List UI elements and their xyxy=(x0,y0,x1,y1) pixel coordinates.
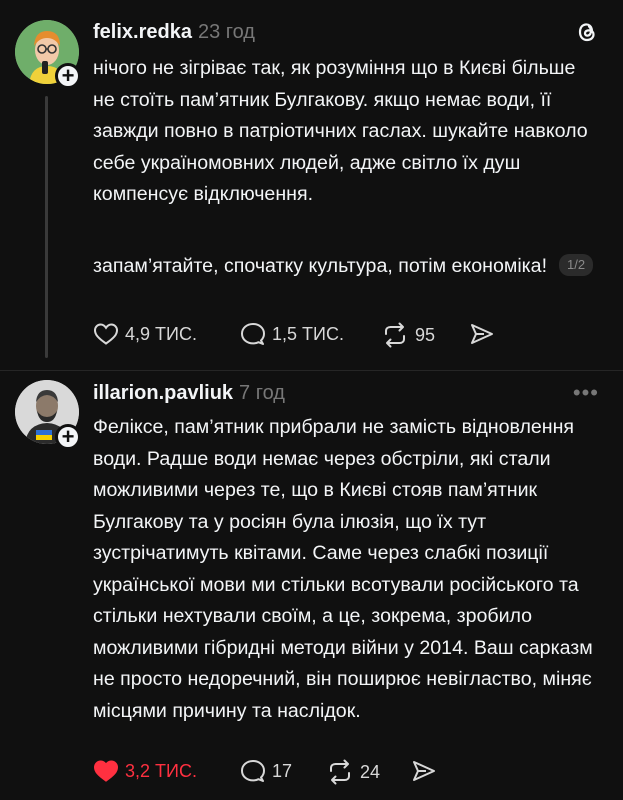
reply-button[interactable]: 17 xyxy=(240,759,292,783)
threads-logo-icon[interactable] xyxy=(575,19,599,50)
share-button[interactable] xyxy=(411,759,437,783)
like-button[interactable]: 3,2 ТИС. xyxy=(93,759,197,783)
repost-icon xyxy=(385,322,405,348)
author-name[interactable]: illarion.pavliuk 7 год xyxy=(93,382,285,405)
reply-button[interactable]: 1,5 ТИС. xyxy=(240,322,344,346)
share-icon xyxy=(413,761,435,781)
comment-icon xyxy=(241,760,265,782)
share-icon xyxy=(471,324,493,344)
like-button[interactable]: 4,9 ТИС. xyxy=(93,322,197,346)
timestamp: 23 год xyxy=(197,21,255,43)
repost-button[interactable]: 24 xyxy=(326,759,380,785)
post-actions: 4,9 ТИС. 1,5 ТИС. 95 xyxy=(93,322,523,352)
post-felix: + felix.redka 23 год нічого не зігріває т… xyxy=(0,0,623,370)
timestamp: 7 год xyxy=(239,382,285,404)
heart-icon xyxy=(93,323,119,345)
post-illarion: + illarion.pavliuk 7 год ••• Феліксе, пам… xyxy=(0,371,623,800)
share-button[interactable] xyxy=(469,322,495,346)
author-name[interactable]: felix.redka 23 год xyxy=(93,21,255,44)
post-text-paragraph-2: запам’ятайте, спочатку культура, потім е… xyxy=(93,251,598,283)
reply-count: 17 xyxy=(272,760,293,781)
repost-button[interactable]: 95 xyxy=(381,322,435,348)
follow-plus-icon[interactable]: + xyxy=(55,63,81,89)
like-count: 3,2 ТИС. xyxy=(125,760,197,781)
post-text-line: запам’ятайте, спочатку культура, потім е… xyxy=(93,255,548,277)
post-actions: 3,2 ТИС. 17 24 xyxy=(93,759,523,789)
username[interactable]: felix.redka xyxy=(93,21,192,43)
post-text: Феліксе, пам’ятник прибрали не замість в… xyxy=(93,416,593,722)
repost-count: 24 xyxy=(360,761,381,782)
page-indicator[interactable]: 1/2 xyxy=(559,254,594,276)
more-icon[interactable]: ••• xyxy=(573,380,599,406)
follow-plus-icon[interactable]: + xyxy=(55,424,81,450)
post-text: нічого не зігріває так, як розуміння що … xyxy=(93,57,588,205)
repost-count: 95 xyxy=(415,324,436,345)
repost-icon xyxy=(330,759,350,785)
heart-icon xyxy=(93,760,119,782)
reply-count: 1,5 ТИС. xyxy=(272,323,344,344)
comment-icon xyxy=(241,323,265,345)
username[interactable]: illarion.pavliuk xyxy=(93,382,233,404)
thread-line xyxy=(45,96,48,358)
like-count: 4,9 ТИС. xyxy=(125,323,197,344)
